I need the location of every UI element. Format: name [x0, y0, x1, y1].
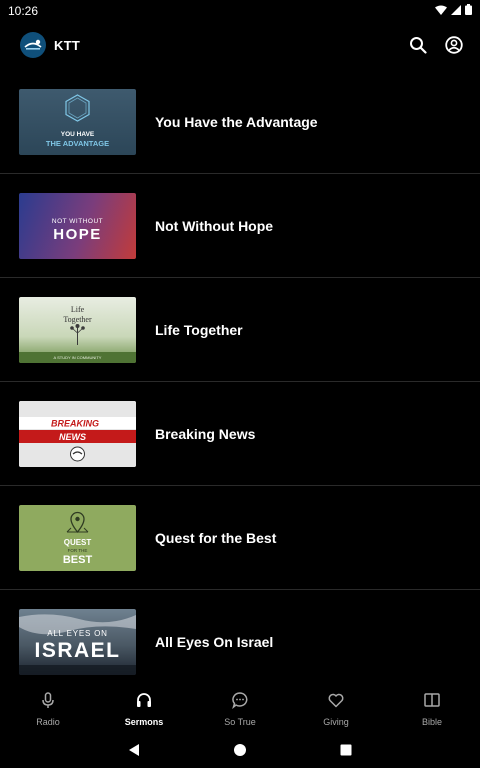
- sermon-title: All Eyes On Israel: [155, 633, 274, 650]
- status-icons: [435, 4, 472, 18]
- status-bar: 10:26: [0, 0, 480, 22]
- nav-label: Radio: [36, 717, 60, 727]
- search-icon[interactable]: [408, 35, 428, 55]
- sermon-item-life[interactable]: Life Together A STUDY IN COMMUNITY Life …: [0, 278, 480, 382]
- sermon-thumbnail: Life Together A STUDY IN COMMUNITY: [19, 296, 136, 363]
- microphone-icon: [39, 691, 57, 714]
- nav-label: Bible: [421, 717, 442, 727]
- sermon-title: You Have the Advantage: [155, 113, 318, 130]
- thumb-text: Life: [71, 305, 85, 314]
- nav-item-bible[interactable]: Bible: [384, 686, 480, 732]
- sermon-list: YOU HAVE THE ADVANTAGE You Have the Adva…: [0, 70, 480, 678]
- thumb-text: BREAKING: [51, 418, 99, 428]
- battery-icon: [465, 4, 472, 18]
- bottom-nav: Radio Sermons So True Giving Bible: [0, 686, 480, 732]
- account-icon[interactable]: [444, 35, 464, 55]
- wifi-icon: [435, 4, 447, 18]
- thumb-text: Together: [63, 315, 92, 324]
- nav-label: Giving: [323, 717, 349, 727]
- thumb-text: QUEST: [64, 538, 92, 547]
- nav-item-giving[interactable]: Giving: [288, 686, 384, 732]
- sermon-item-hope[interactable]: NOT WITHOUT HOPE Not Without Hope: [0, 174, 480, 278]
- heart-icon: [327, 691, 345, 714]
- thumb-text: YOU HAVE: [61, 131, 95, 138]
- thumb-text: NEWS: [59, 432, 86, 442]
- thumb-text: A STUDY IN COMMUNITY: [54, 355, 102, 360]
- sermon-thumbnail: ALL EYES ON ISRAEL: [19, 608, 136, 675]
- home-icon[interactable]: [232, 742, 248, 758]
- thumb-text: HOPE: [53, 226, 102, 243]
- app-title: KTT: [54, 37, 81, 53]
- signal-icon: [451, 4, 461, 18]
- app-actions: [408, 35, 464, 55]
- nav-label: Sermons: [124, 717, 164, 727]
- headphones-icon: [135, 691, 153, 714]
- thumb-text: ISRAEL: [34, 639, 120, 662]
- nav-label: So True: [224, 717, 256, 727]
- sermon-title: Life Together: [155, 321, 243, 338]
- thumb-text: BEST: [63, 554, 93, 566]
- thumb-text: THE ADVANTAGE: [46, 139, 109, 148]
- recents-icon[interactable]: [338, 742, 354, 758]
- sermon-thumbnail: YOU HAVE THE ADVANTAGE: [19, 88, 136, 155]
- back-icon[interactable]: [126, 742, 142, 758]
- chat-bubble-icon: [231, 691, 249, 714]
- sermon-item-quest[interactable]: QUEST FOR THE BEST Quest for the Best: [0, 486, 480, 590]
- thumb-text: FOR THE: [68, 548, 88, 553]
- sermon-item-israel[interactable]: ALL EYES ON ISRAEL All Eyes On Israel: [0, 590, 480, 678]
- nav-item-radio[interactable]: Radio: [0, 686, 96, 732]
- tree-icon: [70, 323, 85, 345]
- book-icon: [423, 691, 441, 714]
- sermon-item-news[interactable]: BREAKING NEWS Breaking News: [0, 382, 480, 486]
- sermon-item-advantage[interactable]: YOU HAVE THE ADVANTAGE You Have the Adva…: [0, 70, 480, 174]
- system-nav-bar: [0, 732, 480, 768]
- sermon-thumbnail: BREAKING NEWS: [19, 400, 136, 467]
- sermon-title: Quest for the Best: [155, 529, 277, 546]
- thumb-text: NOT WITHOUT: [52, 218, 103, 225]
- sermon-thumbnail: NOT WITHOUT HOPE: [19, 192, 136, 259]
- nav-item-sermons[interactable]: Sermons: [96, 686, 192, 732]
- sermon-title: Not Without Hope: [155, 217, 274, 234]
- nav-item-so-true[interactable]: So True: [192, 686, 288, 732]
- thumb-text: ALL EYES ON: [47, 629, 108, 638]
- sermon-thumbnail: QUEST FOR THE BEST: [19, 504, 136, 571]
- app-logo[interactable]: [20, 32, 46, 58]
- app-bar: KTT: [0, 22, 480, 68]
- map-pin-icon: [66, 511, 89, 533]
- status-time: 10:26: [8, 4, 39, 18]
- sermon-title: Breaking News: [155, 425, 256, 442]
